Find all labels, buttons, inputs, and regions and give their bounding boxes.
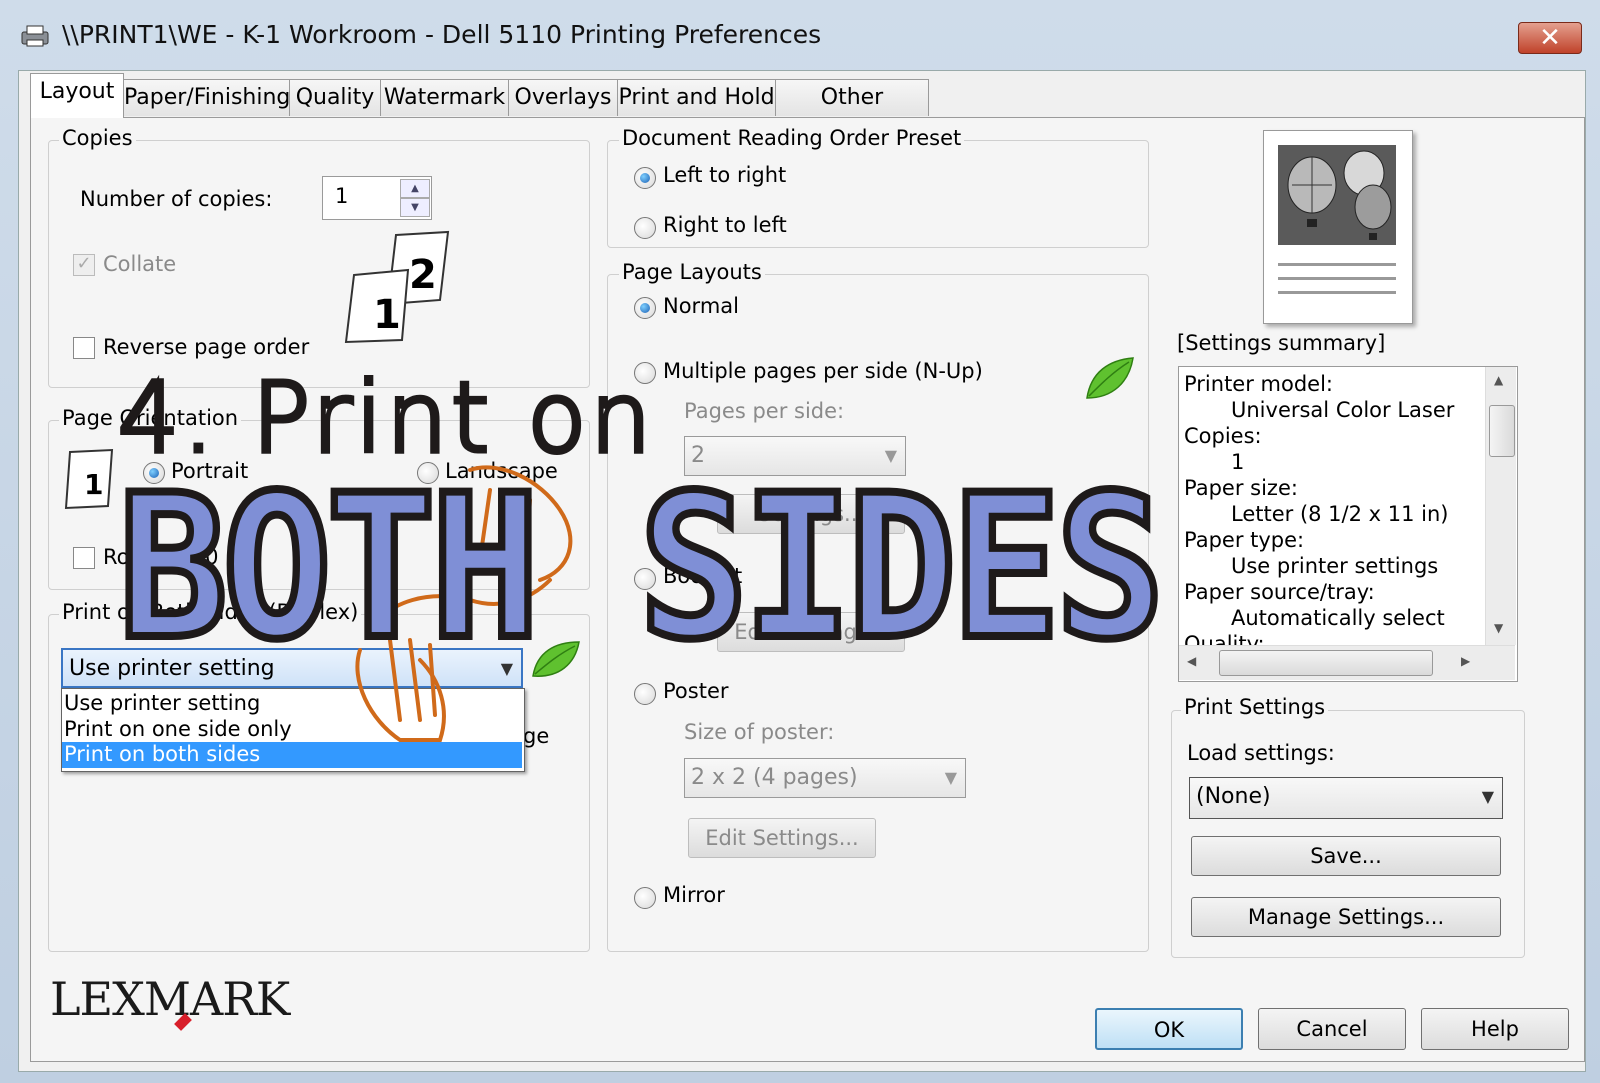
- summary-hscroll-thumb[interactable]: [1219, 650, 1433, 676]
- scroll-left-icon[interactable]: ◀: [1187, 654, 1196, 668]
- settings-summary-box[interactable]: Printer model: Universal Color Laser Cop…: [1178, 366, 1518, 682]
- copies-spinner[interactable]: 1 ▲ ▼: [322, 176, 432, 220]
- load-settings-dropdown[interactable]: (None) ▼: [1189, 777, 1503, 819]
- hot-air-balloon-preview: [1278, 145, 1396, 245]
- tab-watermark[interactable]: Watermark: [380, 79, 509, 116]
- copies-pages-icon: 2 1: [344, 230, 450, 344]
- collate-label: Collate: [103, 252, 177, 276]
- summary-line: Copies:: [1184, 424, 1262, 448]
- duplex-option-use-printer[interactable]: Use printer setting: [64, 691, 260, 715]
- poster-edit-settings-button[interactable]: Edit Settings...: [688, 818, 876, 858]
- manage-settings-button[interactable]: Manage Settings...: [1191, 897, 1501, 937]
- tab-layout[interactable]: Layout: [30, 73, 124, 118]
- copies-group-label: Copies: [59, 126, 136, 150]
- scroll-up-icon[interactable]: ▲: [1494, 373, 1503, 387]
- spin-down-icon[interactable]: ▼: [400, 198, 430, 217]
- cancel-button[interactable]: Cancel: [1258, 1008, 1406, 1050]
- portrait-page-icon: 1: [64, 448, 114, 510]
- tab-print-and-hold[interactable]: Print and Hold: [617, 79, 776, 116]
- help-button[interactable]: Help: [1421, 1008, 1569, 1050]
- preview-line: [1278, 263, 1396, 266]
- leaf-icon: [1086, 357, 1134, 399]
- summary-line: Quality:: [1184, 632, 1265, 646]
- page-layouts-group-label: Page Layouts: [619, 260, 765, 284]
- right-to-left-label: Right to left: [663, 213, 787, 237]
- tab-overlays[interactable]: Overlays: [508, 79, 618, 116]
- preview-line: [1278, 291, 1396, 294]
- close-button[interactable]: ✕: [1518, 22, 1582, 54]
- duplex-option-one-side[interactable]: Print on one side only: [64, 717, 292, 741]
- page-preview: [1263, 130, 1413, 324]
- overlay-headline: BOTH SIDES: [114, 448, 1168, 687]
- settings-summary-header: [Settings summary]: [1177, 331, 1386, 355]
- reverse-page-order-checkbox[interactable]: [73, 337, 95, 359]
- summary-horizontal-scrollbar[interactable]: ◀ ▶: [1179, 645, 1515, 680]
- summary-line: Printer model:: [1184, 372, 1333, 396]
- mirror-label: Mirror: [663, 883, 725, 907]
- left-to-right-label: Left to right: [663, 163, 787, 187]
- svg-text:2: 2: [409, 252, 437, 298]
- tab-paper-finishing[interactable]: Paper/Finishing: [123, 79, 290, 116]
- rotate-180-checkbox[interactable]: [73, 547, 95, 569]
- spin-up-icon[interactable]: ▲: [400, 179, 430, 198]
- poster-radio[interactable]: [634, 683, 656, 705]
- summary-line: Universal Color Laser: [1231, 398, 1455, 422]
- svg-text:1: 1: [373, 292, 401, 338]
- reading-order-group-label: Document Reading Order Preset: [619, 126, 965, 150]
- summary-line: Paper type:: [1184, 528, 1305, 552]
- poster-size-label: Size of poster:: [684, 720, 835, 744]
- close-icon: ✕: [1539, 23, 1561, 53]
- collate-checkbox[interactable]: ✓: [73, 254, 95, 276]
- summary-scroll-thumb[interactable]: [1489, 405, 1515, 457]
- mirror-radio[interactable]: [634, 887, 656, 909]
- summary-line: 1: [1231, 450, 1245, 474]
- scroll-right-icon[interactable]: ▶: [1461, 654, 1470, 668]
- preview-line: [1278, 277, 1396, 280]
- summary-vertical-scrollbar[interactable]: ▲ ▼: [1485, 367, 1516, 645]
- summary-line: Use printer settings: [1231, 554, 1439, 578]
- poster-size-value: 2 x 2 (4 pages): [691, 765, 858, 790]
- load-settings-value: (None): [1196, 784, 1271, 809]
- ok-button[interactable]: OK: [1095, 1008, 1243, 1050]
- summary-line: Letter (8 1/2 x 11 in): [1231, 502, 1449, 526]
- pages-per-side-label: Pages per side:: [684, 399, 845, 423]
- tab-quality[interactable]: Quality: [289, 79, 381, 116]
- normal-label: Normal: [663, 294, 739, 318]
- printer-icon: [21, 25, 49, 47]
- tab-other-options[interactable]: Other Options: [775, 79, 929, 146]
- print-settings-group-label: Print Settings: [1181, 695, 1329, 719]
- copies-value: 1: [335, 184, 349, 208]
- poster-size-dropdown[interactable]: 2 x 2 (4 pages) ▼: [684, 758, 966, 798]
- dropdown-arrow-icon: ▼: [1481, 787, 1494, 806]
- load-settings-label: Load settings:: [1187, 741, 1335, 765]
- lexmark-logo: LEXMARK: [50, 972, 290, 1026]
- normal-radio[interactable]: [634, 297, 656, 319]
- svg-text:1: 1: [84, 468, 103, 501]
- multiple-pages-label: Multiple pages per side (N-Up): [663, 359, 983, 383]
- number-of-copies-label: Number of copies:: [80, 187, 273, 211]
- title-bar: \\PRINT1\WE - K-1 Workroom - Dell 5110 P…: [0, 0, 1600, 72]
- left-to-right-radio[interactable]: [634, 167, 656, 189]
- dropdown-arrow-icon: ▼: [944, 768, 957, 787]
- window-title: \\PRINT1\WE - K-1 Workroom - Dell 5110 P…: [62, 20, 822, 49]
- summary-line: Paper size:: [1184, 476, 1298, 500]
- scroll-down-icon[interactable]: ▼: [1494, 621, 1503, 635]
- summary-line: Paper source/tray:: [1184, 580, 1375, 604]
- right-to-left-radio[interactable]: [634, 217, 656, 239]
- save-settings-button[interactable]: Save...: [1191, 836, 1501, 876]
- summary-line: Automatically select: [1231, 606, 1445, 630]
- reverse-page-order-label: Reverse page order: [103, 335, 310, 359]
